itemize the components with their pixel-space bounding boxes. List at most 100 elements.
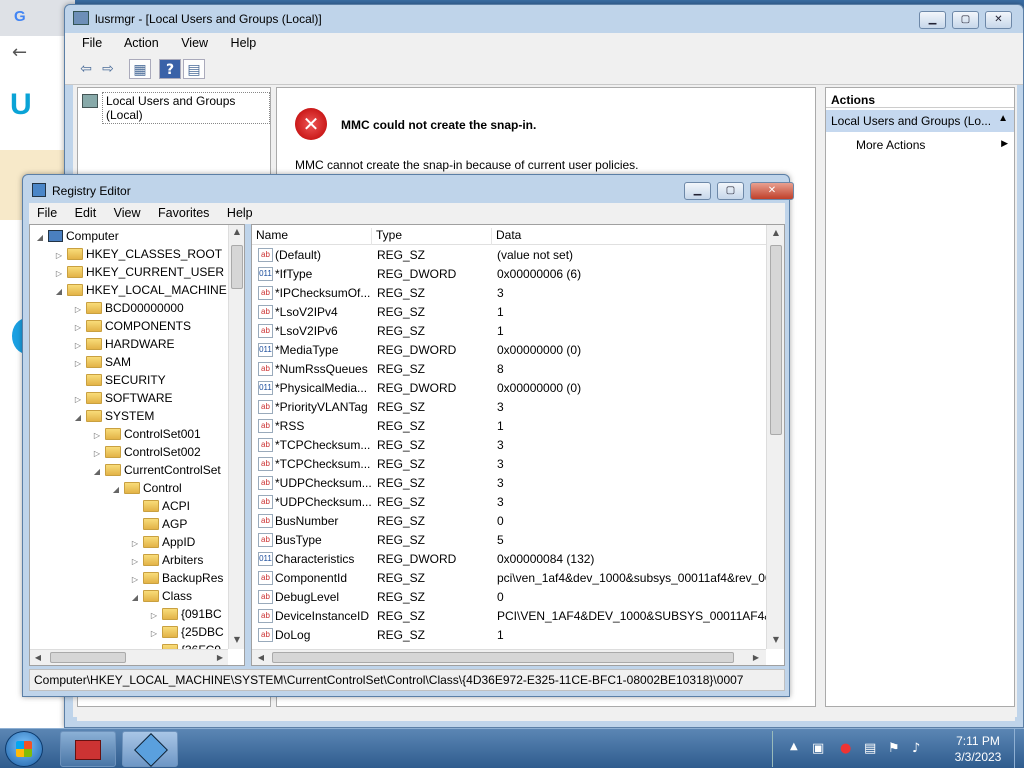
mmc-titlebar[interactable]: lusrmgr - [Local Users and Groups (Local… <box>65 5 1023 33</box>
value-row[interactable]: ab ComponentId REG_SZ pci\ven_1af4&dev_1000… <box>256 569 768 588</box>
tree-node[interactable]: AGP <box>129 515 187 533</box>
volume-icon[interactable]: ♪ <box>912 741 920 756</box>
value-row[interactable]: ab *LsoV2IPv6 REG_SZ 1 <box>256 322 768 341</box>
start-button[interactable] <box>5 731 43 767</box>
value-row[interactable]: ab DeviceInstanceID REG_SZ PCI\VEN_1AF4&DEV… <box>256 607 768 626</box>
google-tab-icon[interactable]: G <box>14 8 26 25</box>
show-hide-action-pane-icon[interactable]: ▤ <box>183 59 205 79</box>
tree-horizontal-scrollbar[interactable]: ◀ ▶ <box>30 649 228 665</box>
value-row[interactable]: ab DoLog REG_SZ 1 <box>256 626 768 645</box>
values-scroll-up-icon[interactable]: ▲ <box>767 228 784 237</box>
tree-node[interactable]: ◢ Class <box>129 587 192 605</box>
value-row[interactable]: ab *UDPChecksum... REG_SZ 3 <box>256 474 768 493</box>
scroll-right-icon[interactable]: ▶ <box>214 653 226 662</box>
action-center-flag-icon[interactable]: ⚑ <box>888 741 900 756</box>
reg-menu-file[interactable]: File <box>37 206 57 220</box>
collapse-arrow-icon[interactable]: ◢ <box>53 283 65 301</box>
menu-action[interactable]: Action <box>124 36 159 50</box>
column-name[interactable]: Name <box>252 228 372 245</box>
actions-section-header[interactable]: Local Users and Groups (Lo... ▲ <box>826 110 1014 132</box>
tray-security-icon[interactable]: ● <box>840 741 851 756</box>
tree-node[interactable]: ◢ HKEY_LOCAL_MACHINE <box>53 281 227 299</box>
collapse-icon[interactable]: ▲ <box>998 113 1008 124</box>
collapse-arrow-icon[interactable]: ◢ <box>91 463 103 481</box>
tree-hscroll-thumb[interactable] <box>50 652 126 663</box>
browser-back-icon[interactable]: ← <box>12 42 27 63</box>
value-row[interactable]: ab *RSS REG_SZ 1 <box>256 417 768 436</box>
values-scroll-thumb[interactable] <box>770 245 782 435</box>
reg-menu-view[interactable]: View <box>114 206 141 220</box>
menu-view[interactable]: View <box>181 36 208 50</box>
help-icon[interactable]: ? <box>159 59 181 79</box>
forward-arrow-icon[interactable]: ⇨ <box>97 59 119 79</box>
value-row[interactable]: 011 *MediaType REG_DWORD 0x00000000 (0) <box>256 341 768 360</box>
value-row[interactable]: ab (Default) REG_SZ (value not set) <box>256 246 768 265</box>
reg-close-button[interactable]: ✕ <box>750 182 794 200</box>
tree-node[interactable]: ▷ AppID <box>129 533 195 551</box>
menu-help[interactable]: Help <box>231 36 257 50</box>
maximize-button[interactable]: ▢ <box>952 11 979 29</box>
tree-node[interactable]: SECURITY <box>72 371 166 389</box>
tree-node[interactable]: ACPI <box>129 497 190 515</box>
tree-node[interactable]: ▷ ControlSet002 <box>91 443 201 461</box>
tree-node[interactable]: ▷ ControlSet001 <box>91 425 201 443</box>
collapse-arrow-icon[interactable]: ◢ <box>34 229 46 247</box>
value-row[interactable]: 011 *IfType REG_DWORD 0x00000006 (6) <box>256 265 768 284</box>
value-row[interactable]: 011 Characteristics REG_DWORD 0x00000084 (1… <box>256 550 768 569</box>
show-hide-tree-icon[interactable]: ▦ <box>129 59 151 79</box>
values-vertical-scrollbar[interactable]: ▲ ▼ <box>766 225 784 649</box>
tree-node[interactable]: ◢ CurrentControlSet <box>91 461 221 479</box>
collapse-arrow-icon[interactable]: ◢ <box>72 409 84 427</box>
clock[interactable]: 7:11 PM 3/3/2023 <box>946 733 1010 765</box>
value-row[interactable]: ab *LsoV2IPv4 REG_SZ 1 <box>256 303 768 322</box>
value-row[interactable]: ab BusType REG_SZ 5 <box>256 531 768 550</box>
tree-node[interactable]: ▷ SOFTWARE <box>72 389 173 407</box>
reg-menu-help[interactable]: Help <box>227 206 253 220</box>
tree-node[interactable]: ▷ HKEY_CURRENT_USER <box>53 263 224 281</box>
tree-node[interactable]: ▷ HARDWARE <box>72 335 175 353</box>
value-row[interactable]: ab *IPChecksumOf... REG_SZ 3 <box>256 284 768 303</box>
value-row[interactable]: 011 *PhysicalMedia... REG_DWORD 0x00000000 … <box>256 379 768 398</box>
close-button[interactable]: ✕ <box>985 11 1012 29</box>
tree-node[interactable]: ▷ BackupRes <box>129 569 223 587</box>
value-row[interactable]: ab *TCPChecksum... REG_SZ 3 <box>256 455 768 474</box>
tree-node[interactable]: ▷ BCD00000000 <box>72 299 184 317</box>
tree-node[interactable]: ▷ Arbiters <box>129 551 203 569</box>
tree-node[interactable]: ▷ HKEY_CLASSES_ROOT <box>53 245 222 263</box>
tray-app-icon[interactable]: ▣ <box>812 741 824 756</box>
menu-file[interactable]: File <box>82 36 102 50</box>
minimize-button[interactable]: ▁ <box>919 11 946 29</box>
show-desktop-button[interactable] <box>1014 729 1024 768</box>
value-row[interactable]: ab BusNumber REG_SZ 0 <box>256 512 768 531</box>
tree-node[interactable]: ▷ {25DBC <box>148 623 224 641</box>
tree-node[interactable]: ▷ COMPONENTS <box>72 317 191 335</box>
back-arrow-icon[interactable]: ⇦ <box>75 59 97 79</box>
taskbar-registry-editor[interactable] <box>122 731 178 767</box>
reg-maximize-button[interactable]: ▢ <box>717 182 744 200</box>
tree-node[interactable]: ◢ Computer <box>34 227 119 245</box>
tree-vertical-scrollbar[interactable]: ▲ ▼ <box>228 225 244 649</box>
values-hscroll-thumb[interactable] <box>272 652 734 663</box>
reg-menu-favorites[interactable]: Favorites <box>158 206 209 220</box>
scroll-down-icon[interactable]: ▼ <box>229 635 244 644</box>
value-row[interactable]: ab *PriorityVLANTag REG_SZ 3 <box>256 398 768 417</box>
values-scroll-left-icon[interactable]: ◀ <box>255 653 267 662</box>
value-row[interactable]: ab *UDPChecksum... REG_SZ 3 <box>256 493 768 512</box>
scroll-up-icon[interactable]: ▲ <box>229 227 244 236</box>
values-scroll-right-icon[interactable]: ▶ <box>750 653 762 662</box>
tree-node[interactable]: ◢ SYSTEM <box>72 407 154 425</box>
collapse-arrow-icon[interactable]: ◢ <box>110 481 122 499</box>
collapse-arrow-icon[interactable]: ◢ <box>129 589 141 607</box>
value-row[interactable]: ab *TCPChecksum... REG_SZ 3 <box>256 436 768 455</box>
reg-minimize-button[interactable]: ▁ <box>684 182 711 200</box>
values-horizontal-scrollbar[interactable]: ◀ ▶ <box>252 649 766 665</box>
tree-node[interactable]: ◢ Control <box>110 479 182 497</box>
registry-titlebar[interactable]: Registry Editor ▁ ▢ ✕ <box>23 175 794 203</box>
value-row[interactable]: ab DebugLevel REG_SZ 0 <box>256 588 768 607</box>
tree-local-users-groups[interactable]: Local Users and Groups (Local) <box>102 92 270 124</box>
column-type[interactable]: Type <box>372 228 492 245</box>
values-scroll-down-icon[interactable]: ▼ <box>767 635 784 644</box>
value-row[interactable]: ab *NumRssQueues REG_SZ 8 <box>256 360 768 379</box>
column-data[interactable]: Data <box>492 228 766 245</box>
scroll-left-icon[interactable]: ◀ <box>32 653 44 662</box>
